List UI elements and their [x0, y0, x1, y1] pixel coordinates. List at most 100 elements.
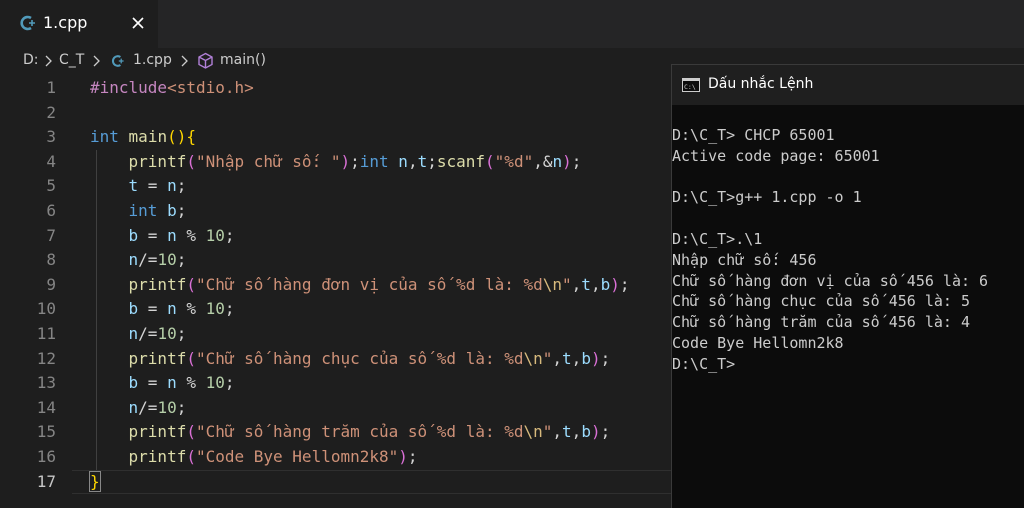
code-token: )	[590, 348, 601, 368]
code-line[interactable]: printf("Chữ số hàng trăm của số %d là: %…	[90, 420, 611, 445]
code-token: 10	[205, 373, 225, 393]
code-token: n	[398, 151, 408, 171]
cmd-window-icon: C:\	[682, 78, 700, 92]
cmd-output-line: Active code page: 65001	[672, 146, 880, 165]
cmd-titlebar[interactable]: C:\ Dấu nhắc Lệnh	[672, 65, 1024, 105]
code-token: n	[128, 250, 139, 270]
line-number: 3	[46, 127, 56, 147]
code-token: (	[485, 151, 495, 171]
code-token: t	[128, 176, 139, 196]
tab-1-cpp[interactable]: 1.cpp	[0, 0, 158, 48]
svg-text:C:\: C:\	[684, 83, 696, 91]
code-token: printf	[128, 422, 187, 442]
code-token: {	[186, 127, 196, 147]
code-token: 10	[157, 397, 177, 417]
code-token: t	[417, 151, 428, 171]
cmd-output-line	[672, 167, 1024, 188]
cmd-output-line: D:\C_T>.\1	[672, 229, 763, 248]
cmd-title: Dấu nhắc Lệnh	[708, 76, 814, 92]
code-token: )	[610, 274, 620, 294]
code-token: /=	[138, 397, 158, 417]
code-token: (	[186, 447, 196, 466]
code-token: )	[340, 151, 351, 171]
code-token: ;	[176, 176, 187, 196]
code-token: "Chữ số hàng trăm của số %d là: %d	[195, 422, 524, 442]
code-token: t	[562, 422, 572, 442]
code-line[interactable]: b = n % 10;	[90, 297, 235, 322]
code-line[interactable]: b = n % 10;	[90, 224, 235, 249]
code-line[interactable]: t = n;	[90, 174, 187, 199]
cmd-output[interactable]: D:\C_T> CHCP 65001 Active code page: 6500…	[672, 125, 1024, 375]
code-token: }	[89, 470, 101, 492]
cmd-output-line: D:\C_T>g++ 1.cpp -o 1	[672, 188, 862, 207]
code-line[interactable]: printf("Chữ số hàng chục của số %d là: %…	[90, 347, 611, 372]
code-token: ,	[571, 348, 582, 368]
code-token: =	[138, 373, 168, 393]
cmd-output-line: Chữ số hàng trăm của số 456 là: 4	[672, 313, 971, 332]
line-number: 10	[36, 299, 56, 319]
code-token: ;	[224, 373, 235, 393]
code-line[interactable]: n/=10;	[90, 248, 187, 273]
breadcrumb-folder[interactable]: C_T	[59, 52, 84, 68]
code-token: b	[128, 373, 139, 393]
cmd-output-line: D:\C_T>	[672, 354, 736, 373]
line-number: 17	[36, 471, 56, 491]
code-line[interactable]: #include<stdio.h>	[90, 76, 254, 101]
cmd-output-line: Code Bye Hellomn2k8	[672, 333, 844, 352]
breadcrumb-drive[interactable]: D:	[23, 52, 39, 68]
code-token: int	[359, 151, 389, 171]
code-line[interactable]: b = n % 10;	[90, 371, 235, 396]
cmd-output-line: D:\C_T> CHCP 65001	[672, 126, 835, 144]
code-token: "	[542, 422, 553, 442]
vscode-window: 1.cpp D: C_T 1.cpp main() 1 2 3 4 5 6 7 8 9 10 11 1…	[0, 0, 1024, 508]
code-line[interactable]: }	[89, 470, 101, 495]
code-line[interactable]: printf("Code Bye Hellomn2k8");	[90, 445, 418, 470]
code-token: b	[581, 348, 591, 368]
line-number: 13	[36, 373, 56, 393]
cmd-output-line	[672, 208, 1024, 229]
code-token: (	[186, 151, 196, 171]
code-token: ;	[571, 151, 582, 171]
code-line[interactable]: int b;	[90, 199, 187, 224]
code-token: ;	[600, 422, 611, 442]
code-token: printf	[128, 348, 187, 368]
code-token: \n	[523, 348, 543, 368]
code-token: =	[138, 225, 168, 245]
code-line[interactable]: printf("Chữ số hàng đơn vị của số %d là:…	[90, 273, 630, 298]
tab-title: 1.cpp	[43, 13, 88, 32]
line-number: 14	[36, 397, 56, 417]
code-token: ,	[407, 151, 418, 171]
code-token: =	[138, 176, 168, 196]
code-token: )	[562, 151, 572, 171]
code-token: /=	[138, 324, 158, 343]
breadcrumb-symbol[interactable]: main()	[220, 52, 266, 68]
chevron-right-icon	[45, 55, 52, 67]
code-token: n	[167, 299, 177, 319]
command-prompt-window[interactable]: C:\ Dấu nhắc Lệnh D:\C_T> CHCP 65001 Acti…	[671, 64, 1024, 508]
code-token: ;	[427, 151, 437, 171]
cmd-output-line: Chữ số hàng đơn vị của số 456 là: 6	[672, 271, 989, 290]
code-token: printf	[128, 151, 187, 171]
close-icon[interactable]	[130, 15, 146, 31]
code-token: ;	[176, 397, 187, 417]
code-token: ,	[552, 422, 563, 442]
code-line[interactable]: n/=10;	[90, 322, 187, 347]
code-token: printf	[128, 447, 187, 466]
code-line[interactable]: printf("Nhập chữ số: ");int n,t;scanf("%…	[90, 150, 582, 175]
code-token: %	[176, 373, 206, 393]
code-line[interactable]: n/=10;	[90, 396, 187, 421]
code-line[interactable]: int main(){	[90, 125, 196, 150]
line-number: 12	[36, 348, 56, 368]
code-token: 10	[157, 324, 177, 343]
breadcrumb-file[interactable]: 1.cpp	[133, 52, 172, 68]
line-number: 5	[46, 176, 56, 196]
code-token: ()	[167, 127, 187, 147]
